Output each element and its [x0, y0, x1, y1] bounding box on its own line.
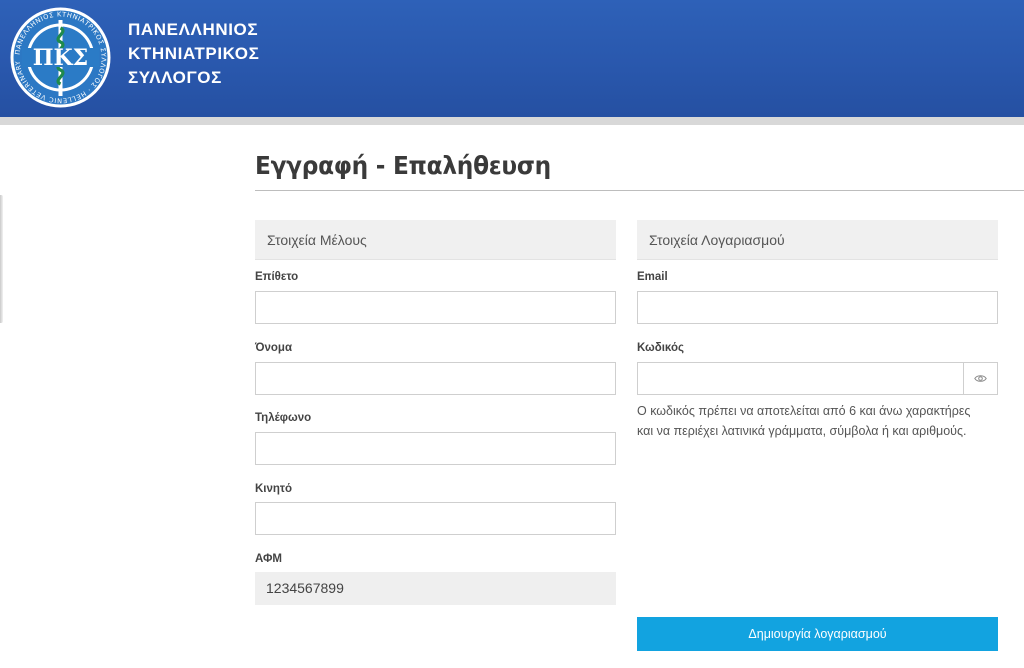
brand-line-1: ΠΑΝΕΛΛΗΝΙΟΣ: [128, 20, 259, 39]
password-hint: Ο κωδικός πρέπει να αποτελείται από 6 κα…: [637, 401, 1002, 441]
surname-label: Επίθετο: [255, 271, 299, 283]
brand-name: ΠΑΝΕΛΛΗΝΙΟΣ ΚΤΗΝΙΑΤΡΙΚΟΣ ΣΥΛΛΟΓΟΣ: [128, 18, 259, 90]
association-logo[interactable]: ΠΚΣ ΠΑΝΕΛΛΗΝΙΟΣ ΚΤΗΝΙΑΤΡΙΚΟΣ ΣΥΛΛΟΓΟΣ · …: [9, 6, 112, 109]
brand-line-3: ΣΥΛΛΟΓΟΣ: [128, 68, 222, 87]
email-label: Email: [637, 271, 668, 283]
password-input[interactable]: [637, 362, 964, 395]
password-hint-line-2: και να περιέχει λατινικά γράμματα, σύμβο…: [637, 424, 967, 438]
mobile-input[interactable]: [255, 502, 616, 535]
email-input[interactable]: [637, 291, 998, 324]
create-account-button[interactable]: Δημιουργία λογαριασμού: [637, 617, 998, 651]
name-label: Όνομα: [255, 342, 293, 354]
logo-letters: ΠΚΣ: [33, 45, 88, 71]
member-section-heading: Στοιχεία Μέλους: [255, 220, 616, 260]
header-divider: [0, 117, 1024, 125]
surname-input[interactable]: [255, 291, 616, 324]
phone-label: Τηλέφωνο: [255, 412, 312, 424]
afm-field: 1234567899: [255, 572, 616, 605]
page-title: Εγγραφή - Επαλήθευση: [255, 151, 551, 180]
password-visibility-toggle[interactable]: [963, 362, 998, 395]
account-section-heading: Στοιχεία Λογαριασμού: [637, 220, 998, 260]
brand-line-2: ΚΤΗΝΙΑΤΡΙΚΟΣ: [128, 44, 260, 63]
side-panel-edge: [0, 195, 3, 323]
name-input[interactable]: [255, 362, 616, 395]
mobile-label: Κινητό: [255, 483, 293, 495]
phone-input[interactable]: [255, 432, 616, 465]
site-header: ΠΚΣ ΠΑΝΕΛΛΗΝΙΟΣ ΚΤΗΝΙΑΤΡΙΚΟΣ ΣΥΛΛΟΓΟΣ · …: [0, 0, 1024, 117]
afm-label: ΑΦΜ: [255, 553, 283, 565]
password-hint-line-1: Ο κωδικός πρέπει να αποτελείται από 6 κα…: [637, 404, 971, 418]
password-label: Κωδικός: [637, 342, 684, 354]
eye-icon: [974, 375, 987, 382]
title-divider: [255, 190, 1024, 191]
